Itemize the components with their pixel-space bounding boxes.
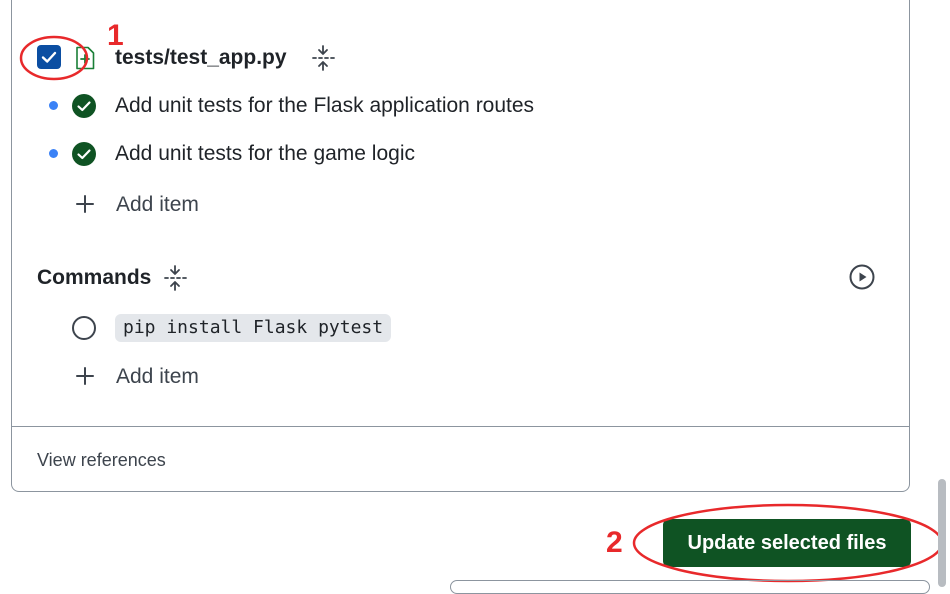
panel-divider (12, 426, 909, 427)
circle-icon[interactable] (72, 316, 96, 340)
play-circle-icon[interactable] (849, 264, 875, 290)
annotation-circle-1 (19, 35, 89, 81)
check-circle-icon[interactable] (71, 141, 97, 167)
add-command-button[interactable]: Add item (116, 364, 199, 390)
plus-icon[interactable] (75, 194, 95, 214)
plus-icon[interactable] (75, 366, 95, 386)
annotation-number-1: 1 (107, 19, 124, 52)
file-path[interactable]: tests/test_app.py (115, 45, 287, 71)
new-item-dot (49, 149, 58, 158)
plan-panel (11, 0, 910, 492)
annotation-number-2: 2 (606, 526, 623, 559)
add-item-button[interactable]: Add item (116, 192, 199, 218)
check-circle-icon[interactable] (71, 93, 97, 119)
view-references-link[interactable]: View references (37, 449, 166, 471)
new-item-dot (49, 101, 58, 110)
plan-item-text: Add unit tests for the game logic (115, 142, 415, 165)
fold-icon[interactable] (163, 265, 187, 291)
annotation-ellipse-2 (632, 503, 944, 583)
scrollbar-thumb[interactable] (938, 479, 946, 587)
commands-title: Commands (37, 266, 152, 289)
chat-input-edge (450, 580, 930, 594)
plan-item-text: Add unit tests for the Flask application… (115, 94, 535, 117)
command-code: pip install Flask pytest (115, 314, 392, 342)
fold-icon[interactable] (311, 45, 335, 71)
